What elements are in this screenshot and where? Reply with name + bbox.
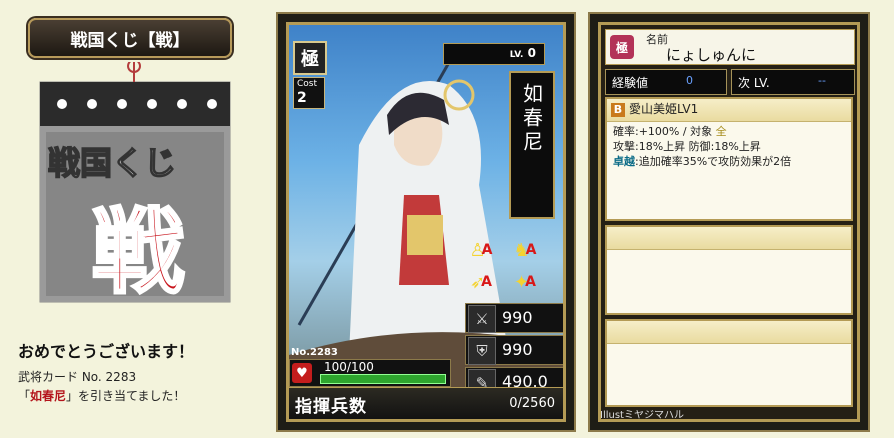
won-card-name: 如春尼 (30, 389, 67, 403)
next-level-value: -- (818, 74, 826, 87)
info-panel: 極 名前 にょしゅんに 経験値 0 次 LV. -- B 愛山美姫LV1 確率:+… (588, 12, 870, 432)
skill-grade-badge: B (611, 103, 625, 117)
exp-label: 経験値 (612, 76, 649, 90)
cost-label: Cost (297, 79, 318, 89)
lottery-calendar-logo: 戦国くじ 戦 (22, 59, 244, 312)
general-card: 極 Cost 2 LV. 0 如春尼 ♙ A ♞ A ➶ A ✦ A ⚔ 990 ⛨ 9… (276, 12, 576, 432)
cost-value: 2 (297, 90, 307, 106)
name-header: 極 名前 にょしゅんに (605, 29, 855, 65)
horse-icon: ♞ A (513, 239, 537, 261)
rarity-badge: 極 (293, 41, 327, 75)
defense-stat: ⛨ 990 (465, 335, 563, 365)
next-level-box: 次 LV. -- (731, 69, 855, 95)
command-value: 0/2560 (509, 396, 555, 411)
hp-bar (320, 374, 446, 384)
attack-stat: ⚔ 990 (465, 303, 563, 333)
hp-text: 100/100 (324, 360, 374, 374)
won-card-suffix: 」を引き当てました！ (66, 389, 186, 403)
bow-icon: ➶ A (470, 271, 492, 293)
skill-line-1: 確率:+100% / 対象 全 (613, 125, 727, 138)
skill-line-2: 攻撃:18%上昇 防御:18%上昇 (613, 140, 761, 153)
skill-card-1: B 愛山美姫LV1 確率:+100% / 対象 全 攻撃:18%上昇 防御:18%… (605, 97, 853, 221)
cannon-icon: ✦ A (514, 271, 536, 293)
spear-icon: ♙ A (469, 239, 493, 261)
card-frame: 極 Cost 2 LV. 0 如春尼 ♙ A ♞ A ➶ A ✦ A ⚔ 990 ⛨ 9… (286, 22, 566, 422)
spear-grade: A (481, 242, 493, 258)
calendar-big-char: 戦 (92, 198, 184, 306)
bow-grade: A (481, 274, 492, 290)
command-bar: 指揮兵数 0/2560 (289, 387, 563, 419)
skill-card-2-empty (605, 225, 853, 315)
level-bar: LV. 0 (443, 43, 545, 65)
rarity-mini-icon: 極 (610, 35, 634, 59)
level-value: 0 (527, 46, 536, 60)
level-text: LV. 0 (510, 46, 536, 60)
info-panel-frame: 極 名前 にょしゅんに 経験値 0 次 LV. -- B 愛山美姫LV1 確率:+… (598, 22, 860, 422)
card-number-line: 武将カード No. 2283 (18, 370, 137, 384)
cost-badge: Cost 2 (293, 77, 325, 109)
open-quote: 「 (18, 389, 31, 403)
defense-value: 990 (502, 340, 533, 359)
heart-icon: ♥ (292, 363, 312, 383)
sword-icon: ⚔ (468, 305, 496, 333)
lottery-title-banner: 戦国くじ【戦】 (28, 18, 232, 58)
level-label: LV. (509, 50, 524, 60)
horse-grade: A (525, 242, 537, 258)
helmet-icon: ⛨ (468, 337, 496, 365)
skill-description: 確率:+100% / 対象 全 攻撃:18%上昇 防御:18%上昇 卓越:追加確… (607, 122, 851, 171)
skill-card-3-empty (605, 319, 853, 407)
skill-header: B 愛山美姫LV1 (607, 99, 851, 122)
illustrator-credit: Illustミヤジマハル (600, 410, 684, 421)
next-level-label: 次 LV. (738, 76, 770, 90)
attack-value: 990 (502, 308, 533, 327)
exp-value: 0 (686, 74, 693, 87)
banner-title: 戦国くじ【戦】 (70, 30, 190, 51)
name-value: にょしゅんに (666, 46, 757, 64)
card-number: No.2283 (291, 347, 338, 358)
cannon-grade: A (525, 274, 536, 290)
skill-line-3: 卓越:追加確率35%で攻防効果が2倍 (613, 155, 792, 168)
skill-header-empty (607, 227, 851, 250)
won-card-line: 「如春尼」を引き当てました！ (18, 387, 268, 406)
name-label: 名前 (646, 33, 668, 46)
hp-box: ♥ 100/100 (289, 359, 451, 387)
exp-box: 経験値 0 (605, 69, 727, 95)
command-label: 指揮兵数 (295, 397, 367, 417)
lottery-result-text: おめでとうございます！ 武将カード No. 2283 「如春尼」を引き当てました… (18, 338, 268, 406)
card-name-vertical: 如春尼 (509, 71, 555, 219)
calendar-logo-text: 戦国くじ (48, 144, 176, 182)
congrats-message: おめでとうございます！ (18, 342, 195, 361)
skill-name: 愛山美姫LV1 (629, 102, 699, 116)
skill-header-empty (607, 321, 851, 344)
